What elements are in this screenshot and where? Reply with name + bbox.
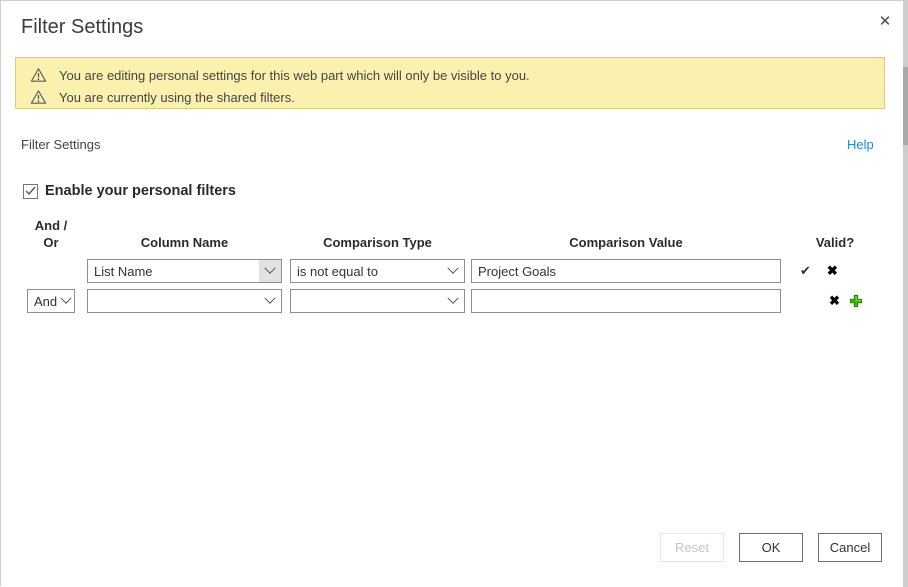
warning-row: You are editing personal settings for th… [30, 66, 870, 84]
remove-filter-icon[interactable]: ✖ [827, 263, 838, 279]
warning-row: You are currently using the shared filte… [30, 88, 870, 106]
scrollbar-thumb[interactable] [903, 67, 908, 145]
enable-filters-row: Enable your personal filters [23, 183, 236, 199]
chevron-down-icon [259, 260, 281, 282]
enable-personal-filters-checkbox[interactable] [23, 184, 38, 199]
reset-button[interactable]: Reset [660, 533, 724, 562]
valid-check-icon: ✔ [800, 263, 811, 279]
warning-icon [30, 89, 47, 105]
warning-banner: You are editing personal settings for th… [15, 57, 885, 109]
column-name-select-1[interactable]: List Name [87, 259, 282, 283]
chevron-down-icon [58, 290, 74, 312]
remove-filter-icon[interactable]: ✖ [829, 293, 840, 309]
section-label: Filter Settings [21, 137, 100, 152]
warning-message-1: You are editing personal settings for th… [59, 68, 530, 83]
add-filter-icon[interactable] [849, 294, 863, 308]
warning-icon [30, 67, 47, 83]
comparison-type-select-2[interactable] [290, 289, 465, 313]
filter-row-2: And ✖ [27, 289, 875, 313]
header-valid: Valid? [795, 234, 875, 251]
chevron-down-icon [442, 290, 464, 312]
and-or-select-2[interactable]: And [27, 289, 75, 313]
filter-table: And / Or Column Name Comparison Type Com… [27, 217, 875, 319]
enable-personal-filters-label: Enable your personal filters [45, 183, 236, 199]
chevron-down-icon [259, 290, 281, 312]
comparison-value-input-1[interactable] [471, 259, 781, 283]
scrollbar[interactable] [903, 1, 908, 587]
header-comparison-type: Comparison Type [290, 234, 465, 251]
close-icon[interactable]: ✕ [874, 11, 896, 33]
header-and-or: And / Or [27, 217, 75, 251]
cancel-button[interactable]: Cancel [818, 533, 882, 562]
checkbox-check-icon [25, 186, 36, 196]
header-comparison-value: Comparison Value [471, 234, 781, 251]
comparison-value-input-2[interactable] [471, 289, 781, 313]
dialog-title: Filter Settings [21, 16, 143, 39]
help-link[interactable]: Help [847, 137, 874, 152]
footer-buttons: Reset OK Cancel [660, 533, 882, 562]
filter-table-header: And / Or Column Name Comparison Type Com… [27, 217, 875, 251]
header-column-name: Column Name [87, 234, 282, 251]
comparison-type-select-1[interactable]: is not equal to [290, 259, 465, 283]
chevron-down-icon [442, 260, 464, 282]
column-name-select-2[interactable] [87, 289, 282, 313]
filter-row-1: List Name is not equal to ✔ ✖ [27, 259, 875, 283]
ok-button[interactable]: OK [739, 533, 803, 562]
warning-message-2: You are currently using the shared filte… [59, 90, 295, 105]
